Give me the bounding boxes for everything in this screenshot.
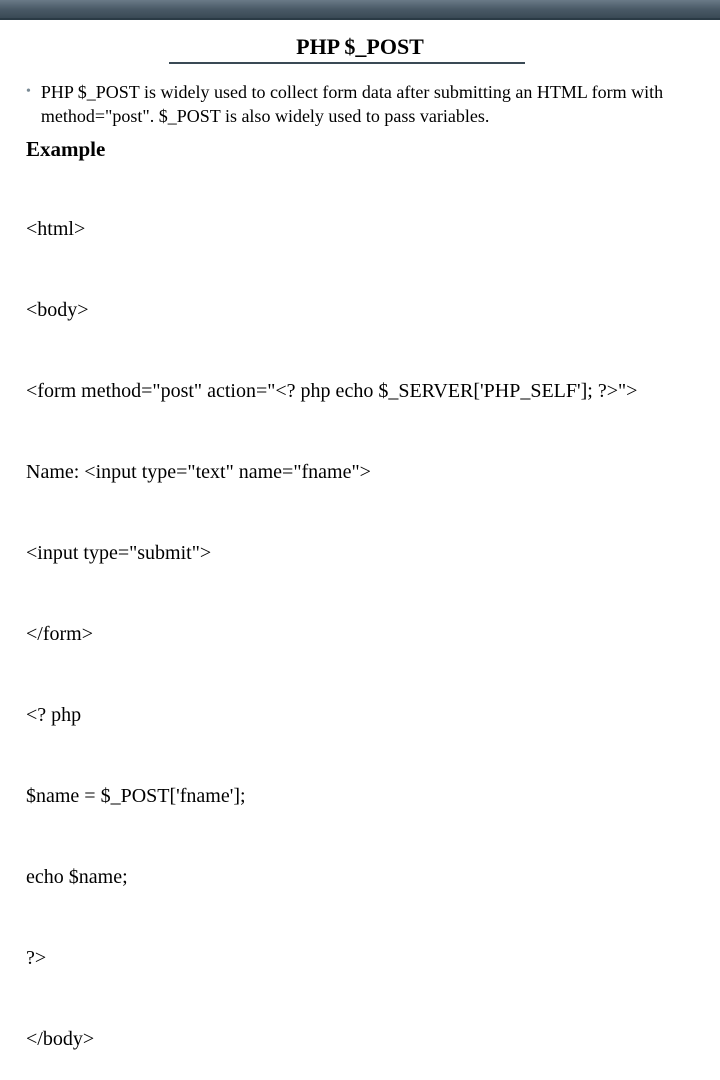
bullet-dot-icon: • [26,84,31,100]
code-line: Name: <input type="text" name="fname"> [26,459,694,486]
code-line: $name = $_POST['fname']; [26,783,694,810]
code-line: <form method="post" action="<? php echo … [26,378,694,405]
bullet-item: • PHP $_POST is widely used to collect f… [26,80,694,129]
code-line: <html> [26,216,694,243]
code-line: <input type="submit"> [26,540,694,567]
slide-title: PHP $_POST [296,34,424,60]
code-line: <? php [26,702,694,729]
bullet-text: PHP $_POST is widely used to collect for… [41,80,694,129]
title-area: PHP $_POST [0,34,720,64]
example-heading: Example [26,137,694,162]
title-underline [169,62,525,64]
slide-top-bar [0,0,720,20]
code-line: ?> [26,945,694,972]
content-area: • PHP $_POST is widely used to collect f… [0,64,720,1080]
code-line: </form> [26,621,694,648]
code-line: </body> [26,1026,694,1053]
code-line: echo $name; [26,864,694,891]
code-line: <body> [26,297,694,324]
code-block: <html> <body> <form method="post" action… [26,162,694,1080]
